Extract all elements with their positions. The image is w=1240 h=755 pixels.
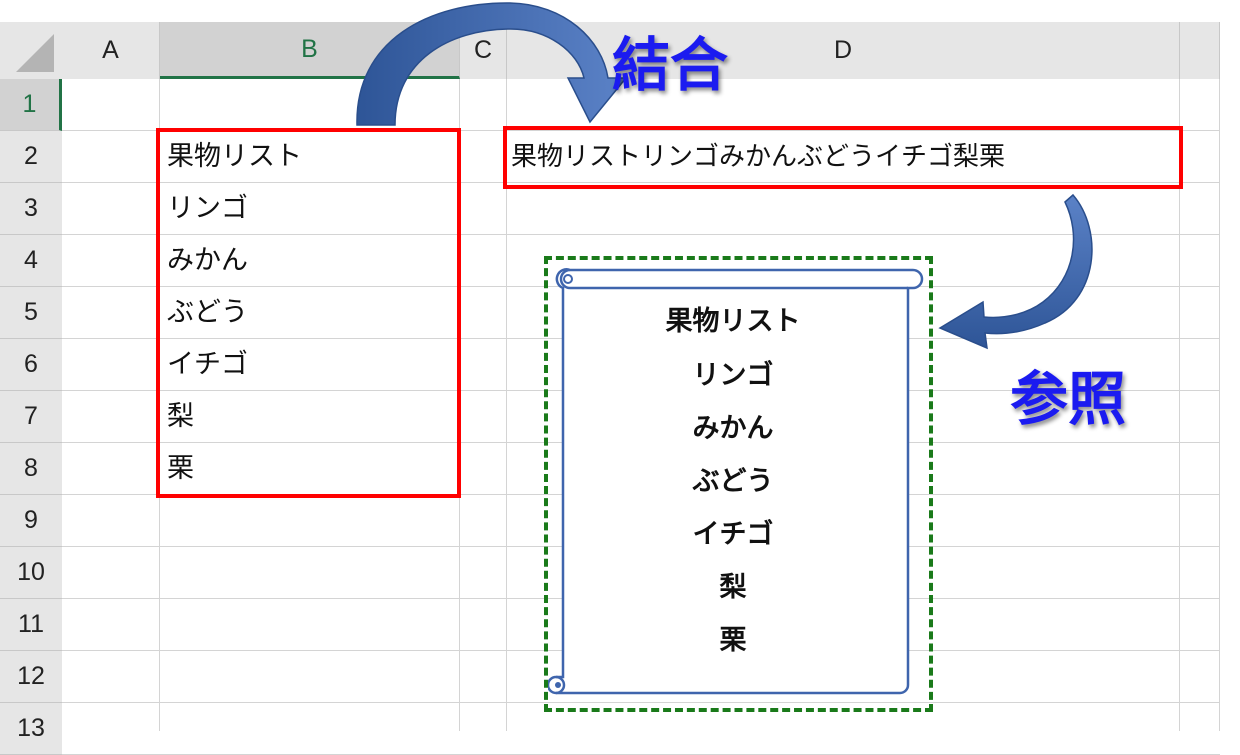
column-header-a[interactable]: A [62,22,160,79]
scroll-line-5: イチゴ [692,519,774,550]
row-header-11[interactable]: 11 [0,599,62,651]
reference-arrow-icon [938,193,1093,350]
column-header-e[interactable] [1180,22,1220,79]
row-header-3[interactable]: 3 [0,183,62,235]
combine-arrow-icon [356,2,628,126]
row-header-7[interactable]: 7 [0,391,62,443]
row-header-9[interactable]: 9 [0,495,62,547]
scroll-line-2: リンゴ [692,360,774,391]
scroll-line-3: みかん [692,413,774,444]
reference-label: 参照 [1010,365,1127,433]
scroll-line-4: ぶどう [692,466,774,497]
column-gridline [1219,79,1220,731]
result-cell-highlight [503,126,1183,189]
scroll-line-7: 栗 [719,625,747,656]
select-all-triangle-icon [16,34,54,72]
row-header-1[interactable]: 1 [0,79,62,131]
row-header-10[interactable]: 10 [0,547,62,599]
select-all-corner[interactable] [0,22,62,79]
scroll-line-6: 梨 [719,572,747,603]
row-header-2[interactable]: 2 [0,131,62,183]
row-header-8[interactable]: 8 [0,443,62,495]
row-header-4[interactable]: 4 [0,235,62,287]
source-range-highlight [156,128,461,498]
row-header-5[interactable]: 5 [0,287,62,339]
row-header-13[interactable]: 13 [0,703,62,755]
row-header-6[interactable]: 6 [0,339,62,391]
scroll-line-1: 果物リスト [665,306,801,337]
row-header-12[interactable]: 12 [0,651,62,703]
combine-label: 結合 [612,31,729,99]
